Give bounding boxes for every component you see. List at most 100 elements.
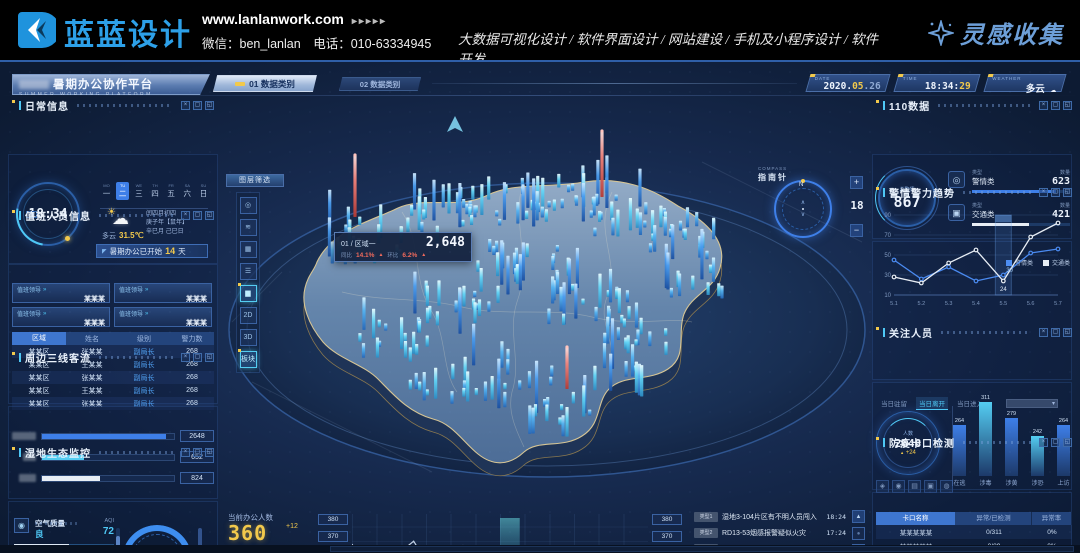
flow-value: 824 [180,472,214,484]
calendar-day[interactable]: TH四 [148,182,161,200]
weather-now: 多云31.5℃ [102,231,144,241]
layer-button-signal-layer[interactable]: ≋ [240,219,257,236]
duty-leader-card[interactable]: 值班领导»某某某 [114,307,212,327]
expand-icon[interactable]: ◱ [1063,328,1072,337]
duty-table: 区域姓名级别警力数 某某区张某某副局长268某某区王某某副局长268某某区张某某… [12,332,214,410]
minimize-icon[interactable]: × [181,101,190,110]
up-arrow-icon: ▲ [421,252,426,258]
dashboard: 暑期办公协作平台 SUMMER WORKING PLATFORM 01 数据类别… [0,60,1080,553]
svg-text:90: 90 [884,213,891,219]
svg-text:24: 24 [1000,287,1007,293]
arrows-icon: ▸▸▸▸▸ [352,16,387,27]
window-icon[interactable]: ▢ [193,448,202,457]
up-arrow-icon: ▲ [378,252,383,258]
expand-icon[interactable]: ◱ [1063,101,1072,110]
minimize-icon[interactable]: × [181,353,190,362]
svg-text:30: 30 [1006,268,1013,274]
minimize-icon[interactable]: × [181,211,190,220]
minimize-icon[interactable]: × [1039,438,1048,447]
window-icon[interactable]: ▢ [1051,328,1060,337]
scroll-up-button[interactable]: ▲ [852,510,865,523]
time-plate: TIME 18:34:29 [893,74,980,92]
minimize-icon[interactable]: × [1039,188,1048,197]
window-icon[interactable]: ▢ [193,211,202,220]
minimize-icon[interactable]: × [1039,328,1048,337]
checkpoint-row[interactable]: 某某某某某0/3110% [876,525,1072,539]
calendar-day[interactable]: FR五 [165,182,178,200]
duty-row[interactable]: 某某区张某某副局长268 [12,371,214,384]
duty-leader-card[interactable]: 值班领导»某某某 [12,283,110,303]
duty-leader-card[interactable]: 值班领导»某某某 [114,283,212,303]
panel-title: 防疫卡口检测 [889,435,955,450]
alert-row[interactable]: 类型1湿地3-104片区有不明人员闯入18:24 [694,509,846,525]
window-icon[interactable]: ▢ [1051,188,1060,197]
calendar-day[interactable]: SU日 [197,182,210,200]
zoom-in-button[interactable]: + [850,176,863,189]
website-link[interactable]: www.lanlanwork.com▸▸▸▸▸ [202,11,387,27]
eco-metric-icon: ◉ [14,518,29,533]
compass-crosshair: ∧∨ [774,180,832,238]
map-tooltip: 01 / 区域一2,648 同比14.1%▲ 环比6.2%▲ [334,232,472,262]
y-axis-tick: 370 [318,531,348,542]
layer-button-list-layer[interactable]: ☰ [240,263,257,280]
layer-button-poi-layer[interactable]: ◎ [240,197,257,214]
panel-title: 值班人员信息 [25,208,91,223]
compass-widget: COMPASS 指南针 N ∧∨ + 18 − [744,166,874,252]
lanlan-logo-icon [16,10,56,50]
zoom-out-button[interactable]: − [850,224,863,237]
date-plate: DATE 2020.05.26 [805,74,890,92]
tab-data-category-2[interactable]: 02 数据类别 [339,77,421,91]
calendar-day[interactable]: TU二 [116,182,129,200]
calendar-day[interactable]: WE三 [132,182,145,200]
layer-button-mode-block[interactable]: 板块 [240,351,257,368]
y-axis-tick: 370 [652,531,682,542]
window-icon[interactable]: ▢ [1051,438,1060,447]
layer-button-mode-3d[interactable]: 3D [240,329,257,346]
minimize-icon[interactable]: × [1039,101,1048,110]
duty-row[interactable]: 某某区王某某副局长268 [12,384,214,397]
svg-text:5.5: 5.5 [1000,301,1008,307]
window-icon[interactable]: ▢ [1051,101,1060,110]
alert-row[interactable]: 类型2RD13-53烟感报警疑似火灾17:24 [694,525,846,541]
focus-tab[interactable]: 当日驻留 [878,397,910,410]
expand-icon[interactable]: ◱ [205,353,214,362]
duty-col-header: 姓名 [66,334,118,344]
minimize-icon[interactable]: × [181,448,190,457]
y-axis-tick: 380 [652,514,682,525]
focus-tab[interactable]: 当日离开 [916,397,948,410]
inspiration-collect[interactable]: 灵感收集 [928,15,1064,50]
duty-leader-card[interactable]: 值班领导»某某某 [12,307,110,327]
svg-text:30: 30 [884,273,891,279]
expand-icon[interactable]: ◱ [1063,188,1072,197]
expand-icon[interactable]: ◱ [205,101,214,110]
duty-col-header: 警力数 [170,334,214,344]
flow-bar-track [41,475,175,482]
panel-title: 湿地生态监控 [25,445,91,460]
week-row: MO一TU二WE三TH四 FR五SA六SU日 [100,182,210,200]
svg-text:5.4: 5.4 [972,301,980,307]
tab-data-category-1[interactable]: 01 数据类别 [213,75,317,92]
focus-bar: 264上访 [1057,418,1070,486]
checkpoint-table-header: 卡口名称异常/已检测异常率 [876,512,1072,525]
window-icon[interactable]: ▢ [193,101,202,110]
scroll-dot[interactable]: ● [852,527,865,540]
office-count-value: 360 [228,521,267,545]
trend-line-chart[interactable]: 907050301030245.15.25.35.45.55.65.7 [878,207,1066,317]
contact-info: 微信：ben_lanlan 电话：010-63334945 [202,33,431,52]
alert-type-badge: 类型1 [694,512,718,522]
duty-cards: 值班领导»某某某值班领导»某某某值班领导»某某某值班领导»某某某 [12,283,214,327]
logo-wordmark: 蓝蓝设计 [64,10,192,54]
flow-value: 2648 [180,430,214,442]
expand-icon[interactable]: ◱ [205,211,214,220]
layer-button-grid-layer[interactable]: ▦ [240,241,257,258]
calendar-day[interactable]: SA六 [181,182,194,200]
layer-button-mode-2d[interactable]: 2D [240,307,257,324]
map-3d-canvas[interactable] [222,92,872,547]
expand-icon[interactable]: ◱ [205,448,214,457]
layer-button-chart-layer[interactable]: ▆ [240,285,257,302]
calendar-day[interactable]: MO一 [100,182,113,200]
window-icon[interactable]: ▢ [193,353,202,362]
svg-text:5.7: 5.7 [1054,301,1062,307]
expand-icon[interactable]: ◱ [1063,438,1072,447]
svg-text:70: 70 [884,233,891,239]
